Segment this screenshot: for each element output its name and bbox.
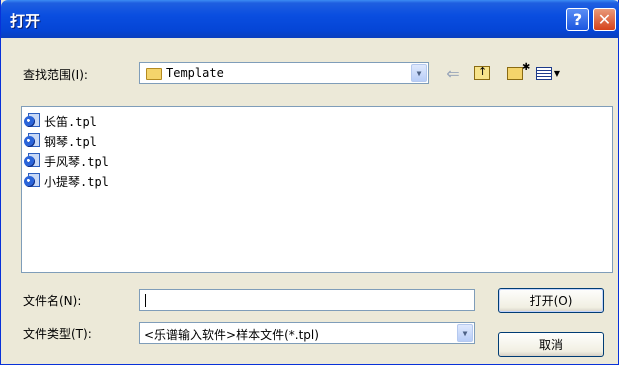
help-button[interactable]: ? [566, 8, 589, 31]
file-type-dropdown[interactable]: <乐谱输入软件>样本文件(*.tpl) ▼ [139, 322, 475, 344]
file-name: 长笛.tpl [44, 114, 97, 129]
look-in-dropdown[interactable]: Template ▼ [139, 62, 429, 84]
template-file-icon [24, 133, 42, 149]
window-title: 打开 [10, 12, 41, 30]
list-item[interactable]: 手风琴.tpl [24, 152, 109, 170]
file-name: 钢琴.tpl [44, 134, 97, 149]
file-name: 手风琴.tpl [44, 154, 109, 169]
help-icon: ? [572, 10, 583, 29]
file-name-input[interactable] [139, 289, 475, 311]
back-arrow-icon: ⇐ [446, 63, 460, 83]
open-button[interactable]: 打开(O) [498, 288, 604, 313]
chevron-down-icon: ▼ [553, 68, 561, 78]
look-in-value: Template [166, 66, 224, 80]
folder-icon [146, 68, 162, 80]
open-file-dialog: 打开 ? ✕ 查找范围(I): Template ▼ ⇐ ✱ ▼ 长笛.tpl … [0, 0, 619, 365]
new-folder-icon: ✱ [507, 62, 530, 80]
list-item[interactable]: 长笛.tpl [24, 112, 97, 130]
file-name: 小提琴.tpl [44, 174, 109, 189]
new-folder-button[interactable]: ✱ [504, 62, 530, 82]
view-menu-button[interactable]: ▼ [535, 64, 561, 82]
list-item[interactable]: 小提琴.tpl [24, 172, 109, 190]
file-list[interactable]: 长笛.tpl 钢琴.tpl 手风琴.tpl 小提琴.tpl [21, 106, 613, 273]
chevron-down-icon[interactable]: ▼ [457, 324, 473, 342]
text-caret [145, 294, 146, 307]
cancel-button[interactable]: 取消 [498, 332, 604, 357]
view-list-icon [535, 66, 552, 80]
close-icon: ✕ [597, 10, 612, 29]
file-type-value: <乐谱输入软件>样本文件(*.tpl) [144, 328, 319, 342]
template-file-icon [24, 153, 42, 169]
up-folder-icon [474, 65, 490, 80]
close-button[interactable]: ✕ [593, 8, 616, 31]
file-type-label: 文件类型(T): [23, 327, 92, 341]
back-button[interactable]: ⇐ [444, 63, 462, 83]
title-bar[interactable]: 打开 ? ✕ [1, 0, 619, 38]
look-in-label: 查找范围(I): [23, 68, 88, 82]
up-folder-button[interactable] [473, 64, 491, 82]
template-file-icon [24, 173, 42, 189]
list-item[interactable]: 钢琴.tpl [24, 132, 97, 150]
chevron-down-icon[interactable]: ▼ [411, 64, 427, 82]
template-file-icon [24, 113, 42, 129]
file-name-label: 文件名(N): [23, 294, 82, 308]
